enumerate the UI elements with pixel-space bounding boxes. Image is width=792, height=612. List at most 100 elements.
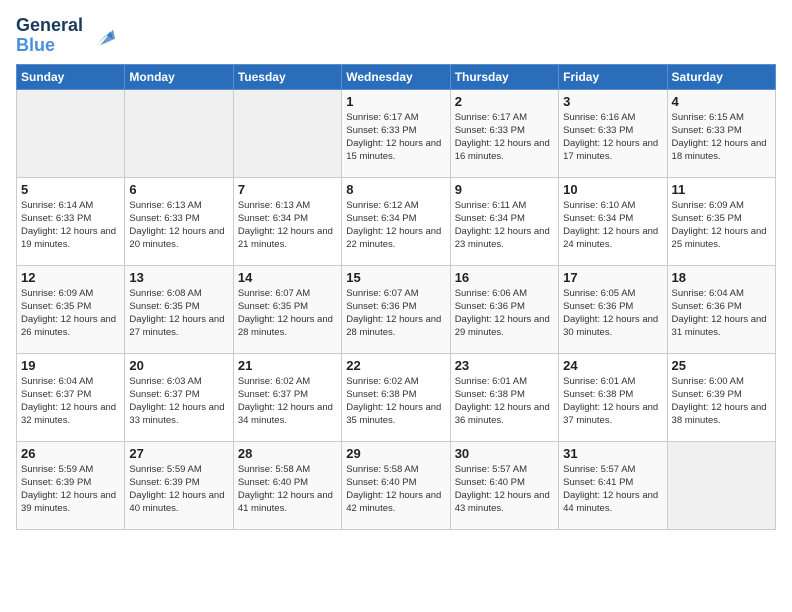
day-info: Sunrise: 6:06 AM Sunset: 6:36 PM Dayligh… <box>455 287 554 340</box>
day-number: 18 <box>672 270 771 285</box>
day-number: 8 <box>346 182 445 197</box>
day-number: 16 <box>455 270 554 285</box>
day-info: Sunrise: 6:07 AM Sunset: 6:35 PM Dayligh… <box>238 287 337 340</box>
calendar-cell: 19 Sunrise: 6:04 AM Sunset: 6:37 PM Dayli… <box>17 353 125 441</box>
day-info: Sunrise: 6:09 AM Sunset: 6:35 PM Dayligh… <box>672 199 771 252</box>
page-header: GeneralBlue <box>16 16 776 56</box>
day-number: 17 <box>563 270 662 285</box>
calendar-cell: 31Sunrise: 5:57 AM Sunset: 6:41 PM Dayli… <box>559 441 667 529</box>
day-info: Sunrise: 6:10 AM Sunset: 6:34 PM Dayligh… <box>563 199 662 252</box>
day-info: Sunrise: 6:17 AM Sunset: 6:33 PM Dayligh… <box>346 111 445 164</box>
calendar-cell: 9Sunrise: 6:11 AM Sunset: 6:34 PM Daylig… <box>450 177 558 265</box>
calendar-cell <box>233 89 341 177</box>
day-number: 30 <box>455 446 554 461</box>
day-info: Sunrise: 5:59 AM Sunset: 6:39 PM Dayligh… <box>21 463 120 516</box>
calendar-table: SundayMondayTuesdayWednesdayThursdayFrid… <box>16 64 776 530</box>
day-number: 27 <box>129 446 228 461</box>
weekday-header: Saturday <box>667 64 775 89</box>
day-info: Sunrise: 6:09 AM Sunset: 6:35 PM Dayligh… <box>21 287 120 340</box>
day-number: 19 <box>21 358 120 373</box>
day-info: Sunrise: 6:12 AM Sunset: 6:34 PM Dayligh… <box>346 199 445 252</box>
calendar-cell: 15Sunrise: 6:07 AM Sunset: 6:36 PM Dayli… <box>342 265 450 353</box>
calendar-cell <box>667 441 775 529</box>
calendar-cell: 30 Sunrise: 5:57 AM Sunset: 6:40 PM Dayli… <box>450 441 558 529</box>
calendar-cell <box>17 89 125 177</box>
calendar-cell: 21 Sunrise: 6:02 AM Sunset: 6:37 PM Dayli… <box>233 353 341 441</box>
day-info: Sunrise: 6:13 AM Sunset: 6:34 PM Dayligh… <box>238 199 337 252</box>
day-info: Sunrise: 5:57 AM Sunset: 6:40 PM Dayligh… <box>455 463 554 516</box>
day-number: 24 <box>563 358 662 373</box>
calendar-week-row: 26 Sunrise: 5:59 AM Sunset: 6:39 PM Dayli… <box>17 441 776 529</box>
day-info: Sunrise: 6:17 AM Sunset: 6:33 PM Dayligh… <box>455 111 554 164</box>
day-info: Sunrise: 6:15 AM Sunset: 6:33 PM Dayligh… <box>672 111 771 164</box>
day-info: Sunrise: 6:08 AM Sunset: 6:35 PM Dayligh… <box>129 287 228 340</box>
day-number: 20 <box>129 358 228 373</box>
day-number: 4 <box>672 94 771 109</box>
day-number: 1 <box>346 94 445 109</box>
day-number: 26 <box>21 446 120 461</box>
calendar-cell: 14Sunrise: 6:07 AM Sunset: 6:35 PM Dayli… <box>233 265 341 353</box>
weekday-header: Friday <box>559 64 667 89</box>
calendar-cell: 13 Sunrise: 6:08 AM Sunset: 6:35 PM Dayli… <box>125 265 233 353</box>
weekday-header: Wednesday <box>342 64 450 89</box>
day-number: 23 <box>455 358 554 373</box>
logo-text: GeneralBlue <box>16 16 83 56</box>
day-number: 21 <box>238 358 337 373</box>
day-number: 13 <box>129 270 228 285</box>
day-info: Sunrise: 6:04 AM Sunset: 6:37 PM Dayligh… <box>21 375 120 428</box>
calendar-cell: 22 Sunrise: 6:02 AM Sunset: 6:38 PM Dayli… <box>342 353 450 441</box>
day-number: 3 <box>563 94 662 109</box>
calendar-cell: 18 Sunrise: 6:04 AM Sunset: 6:36 PM Dayli… <box>667 265 775 353</box>
day-number: 22 <box>346 358 445 373</box>
calendar-week-row: 5Sunrise: 6:14 AM Sunset: 6:33 PM Daylig… <box>17 177 776 265</box>
calendar-week-row: 19 Sunrise: 6:04 AM Sunset: 6:37 PM Dayli… <box>17 353 776 441</box>
day-info: Sunrise: 6:05 AM Sunset: 6:36 PM Dayligh… <box>563 287 662 340</box>
day-info: Sunrise: 6:14 AM Sunset: 6:33 PM Dayligh… <box>21 199 120 252</box>
calendar-cell: 29 Sunrise: 5:58 AM Sunset: 6:40 PM Dayli… <box>342 441 450 529</box>
day-number: 10 <box>563 182 662 197</box>
calendar-cell: 1 Sunrise: 6:17 AM Sunset: 6:33 PM Daylig… <box>342 89 450 177</box>
calendar-cell: 7 Sunrise: 6:13 AM Sunset: 6:34 PM Daylig… <box>233 177 341 265</box>
calendar-cell: 2Sunrise: 6:17 AM Sunset: 6:33 PM Daylig… <box>450 89 558 177</box>
calendar-cell: 20 Sunrise: 6:03 AM Sunset: 6:37 PM Dayli… <box>125 353 233 441</box>
calendar-cell: 10 Sunrise: 6:10 AM Sunset: 6:34 PM Dayli… <box>559 177 667 265</box>
day-info: Sunrise: 6:16 AM Sunset: 6:33 PM Dayligh… <box>563 111 662 164</box>
calendar-cell: 6 Sunrise: 6:13 AM Sunset: 6:33 PM Daylig… <box>125 177 233 265</box>
calendar-cell: 26 Sunrise: 5:59 AM Sunset: 6:39 PM Dayli… <box>17 441 125 529</box>
calendar-cell: 4 Sunrise: 6:15 AM Sunset: 6:33 PM Daylig… <box>667 89 775 177</box>
calendar-week-row: 1 Sunrise: 6:17 AM Sunset: 6:33 PM Daylig… <box>17 89 776 177</box>
day-number: 25 <box>672 358 771 373</box>
day-number: 28 <box>238 446 337 461</box>
day-info: Sunrise: 5:58 AM Sunset: 6:40 PM Dayligh… <box>346 463 445 516</box>
calendar-cell: 3 Sunrise: 6:16 AM Sunset: 6:33 PM Daylig… <box>559 89 667 177</box>
day-info: Sunrise: 6:02 AM Sunset: 6:38 PM Dayligh… <box>346 375 445 428</box>
day-number: 12 <box>21 270 120 285</box>
day-number: 7 <box>238 182 337 197</box>
weekday-header: Tuesday <box>233 64 341 89</box>
calendar-header: SundayMondayTuesdayWednesdayThursdayFrid… <box>17 64 776 89</box>
day-number: 29 <box>346 446 445 461</box>
day-info: Sunrise: 6:04 AM Sunset: 6:36 PM Dayligh… <box>672 287 771 340</box>
calendar-cell: 8 Sunrise: 6:12 AM Sunset: 6:34 PM Daylig… <box>342 177 450 265</box>
calendar-cell: 28 Sunrise: 5:58 AM Sunset: 6:40 PM Dayli… <box>233 441 341 529</box>
calendar-cell: 23Sunrise: 6:01 AM Sunset: 6:38 PM Dayli… <box>450 353 558 441</box>
day-number: 31 <box>563 446 662 461</box>
day-info: Sunrise: 5:58 AM Sunset: 6:40 PM Dayligh… <box>238 463 337 516</box>
calendar-week-row: 12 Sunrise: 6:09 AM Sunset: 6:35 PM Dayli… <box>17 265 776 353</box>
day-info: Sunrise: 6:02 AM Sunset: 6:37 PM Dayligh… <box>238 375 337 428</box>
day-info: Sunrise: 6:07 AM Sunset: 6:36 PM Dayligh… <box>346 287 445 340</box>
day-info: Sunrise: 6:03 AM Sunset: 6:37 PM Dayligh… <box>129 375 228 428</box>
day-info: Sunrise: 5:59 AM Sunset: 6:39 PM Dayligh… <box>129 463 228 516</box>
day-info: Sunrise: 6:01 AM Sunset: 6:38 PM Dayligh… <box>563 375 662 428</box>
calendar-cell: 12 Sunrise: 6:09 AM Sunset: 6:35 PM Dayli… <box>17 265 125 353</box>
day-number: 11 <box>672 182 771 197</box>
day-info: Sunrise: 6:13 AM Sunset: 6:33 PM Dayligh… <box>129 199 228 252</box>
calendar-cell: 17 Sunrise: 6:05 AM Sunset: 6:36 PM Dayli… <box>559 265 667 353</box>
calendar-cell <box>125 89 233 177</box>
calendar-cell: 24 Sunrise: 6:01 AM Sunset: 6:38 PM Dayli… <box>559 353 667 441</box>
day-info: Sunrise: 6:11 AM Sunset: 6:34 PM Dayligh… <box>455 199 554 252</box>
calendar-cell: 11 Sunrise: 6:09 AM Sunset: 6:35 PM Dayli… <box>667 177 775 265</box>
calendar-cell: 27 Sunrise: 5:59 AM Sunset: 6:39 PM Dayli… <box>125 441 233 529</box>
day-number: 6 <box>129 182 228 197</box>
calendar-cell: 25Sunrise: 6:00 AM Sunset: 6:39 PM Dayli… <box>667 353 775 441</box>
